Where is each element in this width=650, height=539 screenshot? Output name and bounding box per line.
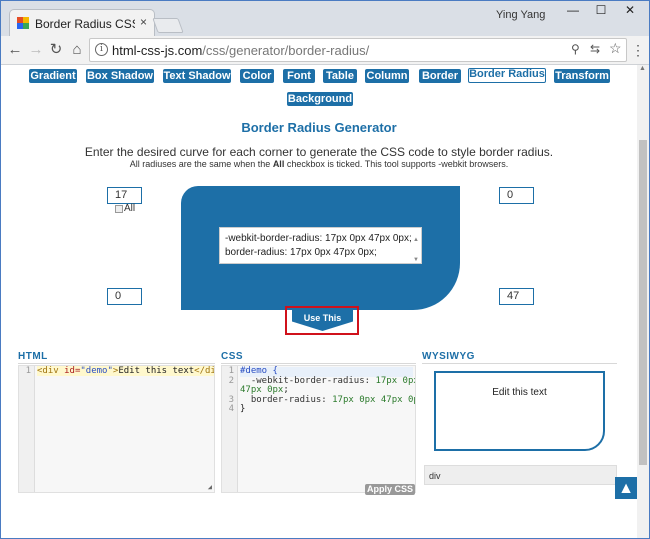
close-window-icon[interactable]: ✕ (615, 3, 645, 23)
nav-box-shadow[interactable]: Box Shadow (86, 69, 154, 83)
generated-code-line-2: border-radius: 17px 0px 47px 0px; (225, 247, 377, 258)
css-section-title: CSS (221, 351, 244, 362)
wysiwyg-status-bar: div (424, 465, 617, 485)
address-bar[interactable]: i html-css-js.com/css/generator/border-r… (89, 38, 627, 62)
intro-subtext-bold: All (272, 159, 285, 169)
css-close-brace: } (240, 404, 246, 414)
back-icon[interactable]: ← (5, 40, 25, 60)
css-prop-webkit: -webkit-border-radius: (240, 375, 376, 386)
title-bar: Border Radius CSS Gene × Ying Yang — ☐ ✕ (1, 1, 649, 36)
wysiwyg-section-title: WYSIWYG (422, 351, 475, 362)
nav-gradient[interactable]: Gradient (29, 69, 77, 83)
browser-menu-icon[interactable]: ⋮ (631, 42, 645, 59)
css-code-line-4: } (240, 404, 413, 415)
use-this-button[interactable]: Use This (285, 306, 359, 335)
back-to-top-icon[interactable]: ▲ (615, 477, 637, 499)
bookmark-star-icon[interactable]: ☆ (609, 40, 622, 57)
nav-color[interactable]: Color (240, 69, 274, 83)
wysiwyg-preview[interactable]: Edit this text (434, 371, 605, 451)
apply-css-button[interactable]: Apply CSS (365, 484, 415, 495)
wysiwyg-text[interactable]: Edit this text (436, 387, 603, 398)
scroll-up-icon[interactable]: ▲ (639, 65, 646, 72)
css-line-number: 2 (228, 375, 234, 386)
tab-title: Border Radius CSS Gene (35, 17, 135, 31)
html-line-number: 1 (25, 366, 31, 376)
page-content: Gradient Box Shadow Text Shadow Color Fo… (1, 65, 637, 517)
tab-close-icon[interactable]: × (140, 15, 147, 29)
url-host: html-css-js.com (112, 43, 203, 58)
new-tab-button[interactable] (152, 18, 184, 33)
html-text-content: Edit this text (118, 366, 195, 376)
use-this-label: Use This (303, 313, 342, 323)
intro-subtext-pre: All radiuses are the same when the (129, 159, 273, 169)
top-left-radius-input[interactable]: 17 (107, 187, 142, 204)
top-right-radius-input[interactable]: 0 (499, 187, 534, 204)
nav-border[interactable]: Border (419, 69, 461, 83)
url-path: /css/generator/border-radius/ (202, 43, 370, 58)
css-val-radius: 17px 0px 47px 0px (332, 394, 416, 405)
nav-border-radius[interactable]: Border Radius (468, 68, 546, 83)
css-editor[interactable]: 1234 #demo { -webkit-border-radius: 17px… (221, 365, 416, 493)
generated-code-line-1: -webkit-border-radius: 17px 0px 47px 0px… (225, 233, 412, 244)
wysiwyg-divider (422, 363, 617, 364)
html-editor-resize-handle[interactable]: ◢ (208, 483, 212, 491)
nav-table[interactable]: Table (323, 69, 357, 83)
browser-toolbar: ← → ↻ ⌂ i html-css-js.com/css/generator/… (1, 36, 649, 65)
site-favicon-icon (17, 17, 29, 29)
html-attr-value: "demo" (80, 366, 113, 376)
browser-tab[interactable]: Border Radius CSS Gene × (9, 9, 155, 36)
html-section-title: HTML (18, 351, 48, 362)
css-val-webkit-cont: 47px 0px (240, 385, 284, 395)
page-title: Border Radius Generator (241, 120, 397, 135)
intro-subtext: All radiuses are the same when the All c… (1, 159, 637, 169)
css-selector: #demo { (240, 366, 278, 376)
nav-background[interactable]: Background (287, 92, 353, 106)
vertical-scroll-thumb[interactable] (639, 140, 647, 465)
html-editor-gutter: 1 (19, 366, 35, 492)
minimize-icon[interactable]: — (558, 3, 588, 23)
css-editor-gutter: 1234 (222, 366, 238, 492)
maximize-icon[interactable]: ☐ (586, 3, 616, 23)
forward-icon[interactable]: → (26, 40, 46, 60)
zoom-icon[interactable]: ⚲ (571, 42, 580, 56)
all-checkbox-label: All (124, 203, 136, 214)
bottom-left-radius-input[interactable]: 0 (107, 288, 142, 305)
url-text[interactable]: html-css-js.com/css/generator/border-rad… (112, 43, 369, 58)
html-divider (18, 363, 215, 364)
nav-transform[interactable]: Transform (554, 69, 610, 83)
translate-icon[interactable]: ⇆ (590, 42, 600, 56)
css-code-line-3: border-radius: 17px 0px 47px 0px; (240, 394, 416, 406)
site-info-icon[interactable]: i (95, 43, 108, 56)
bottom-right-radius-input[interactable]: 47 (499, 288, 534, 305)
html-editor-code[interactable]: <div id="demo">Edit this text</div> (37, 366, 214, 377)
css-editor-code[interactable]: #demo { -webkit-border-radius: 17px 0px 4… (240, 366, 416, 415)
textarea-scrollbar[interactable]: ▲ ▼ (413, 230, 419, 263)
html-editor[interactable]: 1 <div id="demo">Edit this text</div> ◢ (18, 365, 215, 493)
reload-icon[interactable]: ↻ (46, 40, 66, 60)
html-code-line-1: <div id="demo">Edit this text</div> (37, 366, 214, 376)
all-checkbox[interactable] (115, 205, 123, 213)
html-attr-name: id= (58, 366, 81, 376)
html-close-tag: </div> (194, 366, 214, 376)
intro-text: Enter the desired curve for each corner … (84, 145, 554, 159)
nav-text-shadow[interactable]: Text Shadow (163, 69, 231, 83)
nav-font[interactable]: Font (283, 69, 315, 83)
css-semicolon: ; (283, 385, 289, 395)
css-val-webkit: 17px 0px (375, 375, 416, 386)
css-divider (221, 363, 416, 364)
home-icon[interactable]: ⌂ (67, 40, 87, 60)
vertical-scrollbar[interactable]: ▲ (637, 65, 649, 538)
generated-code-textarea[interactable]: -webkit-border-radius: 17px 0px 47px 0px… (219, 227, 422, 264)
html-open-tag: <div (37, 366, 59, 376)
css-prop-radius: border-radius: (240, 394, 333, 405)
nav-column[interactable]: Column (365, 69, 409, 83)
intro-subtext-post: checkbox is ticked. This tool supports -… (284, 159, 509, 169)
css-line-number: 4 (228, 404, 234, 414)
browser-window: Border Radius CSS Gene × Ying Yang — ☐ ✕… (0, 0, 650, 539)
profile-name[interactable]: Ying Yang (496, 9, 545, 21)
